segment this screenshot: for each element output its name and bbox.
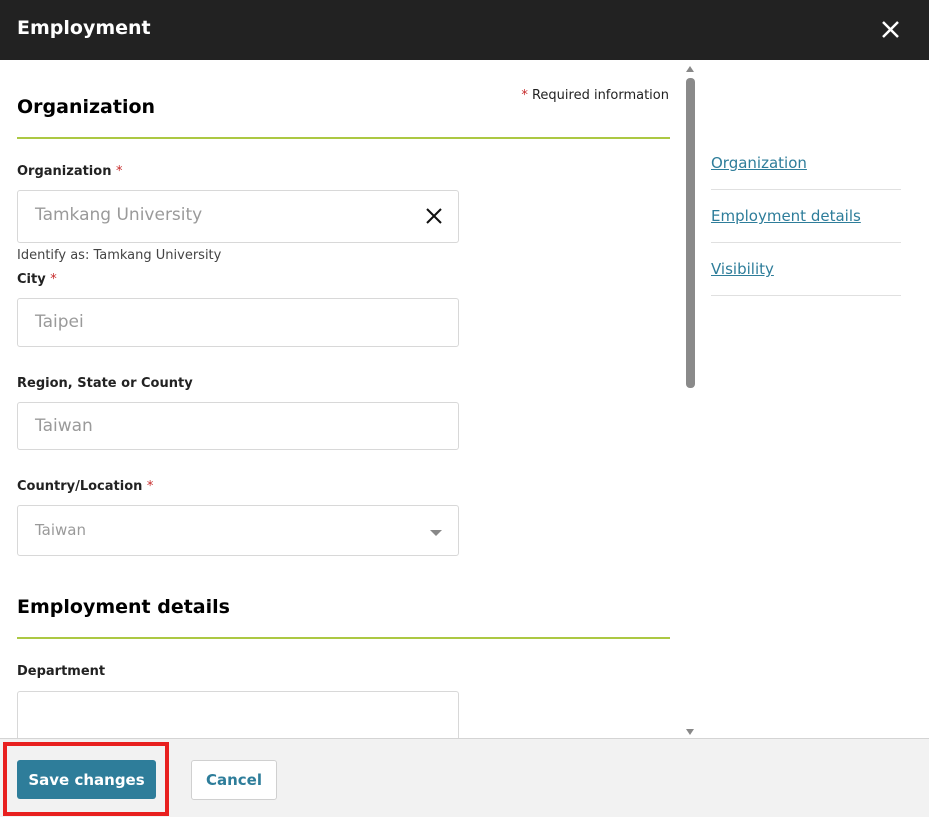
city-label: City * [17,272,57,287]
nav-item-organization[interactable]: Organization [711,137,901,190]
city-label-text: City [17,272,46,287]
nav-item-employment-details[interactable]: Employment details [711,190,901,243]
section-title-organization: Organization [17,96,156,118]
dialog-header: Employment [0,0,929,60]
chevron-down-icon [430,530,442,536]
required-star: * [521,88,528,103]
section-title-employment-details: Employment details [17,596,230,618]
scrollbar[interactable] [685,66,697,738]
scroll-down-arrow-icon[interactable] [686,729,694,735]
scroll-thumb[interactable] [686,78,695,388]
dialog-title: Employment [17,17,151,39]
dialog-body: * Required information Organization Orga… [0,60,929,738]
dialog-footer: Save changes Cancel [0,738,929,817]
close-icon[interactable] [878,17,904,43]
required-star: * [146,479,154,494]
nav-item-label[interactable]: Visibility [711,260,774,278]
section-divider [17,637,670,639]
section-nav: Organization Employment details Visibili… [711,137,901,296]
organization-input[interactable]: Tamkang University [17,190,459,243]
city-value: Taipei [35,312,84,332]
scroll-up-arrow-icon[interactable] [686,66,694,72]
clear-icon[interactable] [426,208,442,224]
region-label: Region, State or County [17,376,193,391]
organization-label-text: Organization [17,164,112,179]
country-value: Taiwan [35,521,87,539]
department-input[interactable] [17,691,459,738]
department-label-text: Department [17,664,106,679]
nav-item-visibility[interactable]: Visibility [711,243,901,296]
nav-item-label[interactable]: Organization [711,154,807,172]
city-input[interactable]: Taipei [17,298,459,347]
region-input[interactable]: Taiwan [17,402,459,450]
required-star: * [50,272,57,287]
nav-item-label[interactable]: Employment details [711,207,861,225]
save-changes-button[interactable]: Save changes [17,760,156,799]
region-label-text: Region, State or County [17,376,193,391]
required-star: * [115,164,123,179]
organization-label: Organization * [17,164,122,179]
organization-hint: Identify as: Tamkang University [17,248,222,263]
section-divider [17,137,670,139]
cancel-button[interactable]: Cancel [191,760,277,800]
required-info-note: * Required information [521,88,669,103]
country-label: Country/Location * [17,479,153,494]
country-select[interactable]: Taiwan [17,505,459,556]
department-label: Department [17,664,105,679]
organization-value: Tamkang University [35,205,203,225]
region-value: Taiwan [35,416,93,436]
required-info-text: Required information [531,88,669,103]
country-label-text: Country/Location [17,479,143,494]
